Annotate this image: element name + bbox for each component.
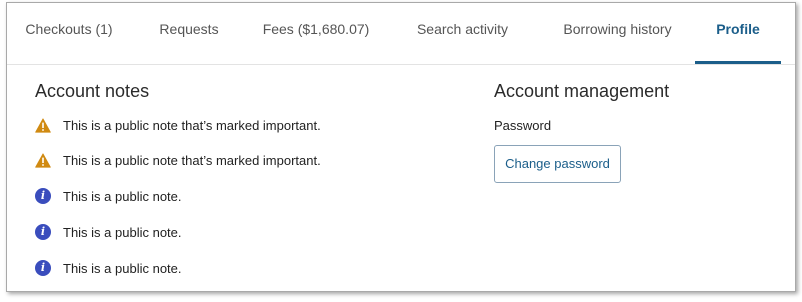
tab-profile[interactable]: Profile [695,3,781,64]
note-item: This is a public note that’s marked impo… [35,115,321,135]
note-text: This is a public note. [63,188,182,204]
password-label: Password [494,118,552,133]
tab-fees[interactable]: Fees ($1,680.07) [247,3,385,61]
account-notes-title: Account notes [35,81,150,101]
note-item: This is a public note that’s marked impo… [35,150,321,170]
change-password-button[interactable]: Change password [494,145,621,183]
note-item: i This is a public note. [35,222,182,242]
account-panel: Checkouts (1) Requests Fees ($1,680.07) … [6,2,796,292]
info-icon: i [35,188,51,204]
tab-checkouts[interactable]: Checkouts (1) [7,3,131,61]
note-item: i This is a public note. [35,186,182,206]
note-text: This is a public note that’s marked impo… [63,152,321,168]
warning-icon [35,152,51,168]
tab-requests[interactable]: Requests [131,3,247,61]
account-management-title: Account management [494,81,670,101]
tab-bar: Checkouts (1) Requests Fees ($1,680.07) … [7,3,795,65]
note-item: i This is a public note. [35,258,182,278]
info-icon: i [35,260,51,276]
tab-borrowing-history[interactable]: Borrowing history [540,3,695,61]
note-text: This is a public note. [63,260,182,276]
info-icon: i [35,224,51,240]
warning-icon [35,117,51,133]
tab-search-activity[interactable]: Search activity [385,3,540,61]
note-text: This is a public note. [63,224,182,240]
note-text: This is a public note that’s marked impo… [63,117,321,133]
